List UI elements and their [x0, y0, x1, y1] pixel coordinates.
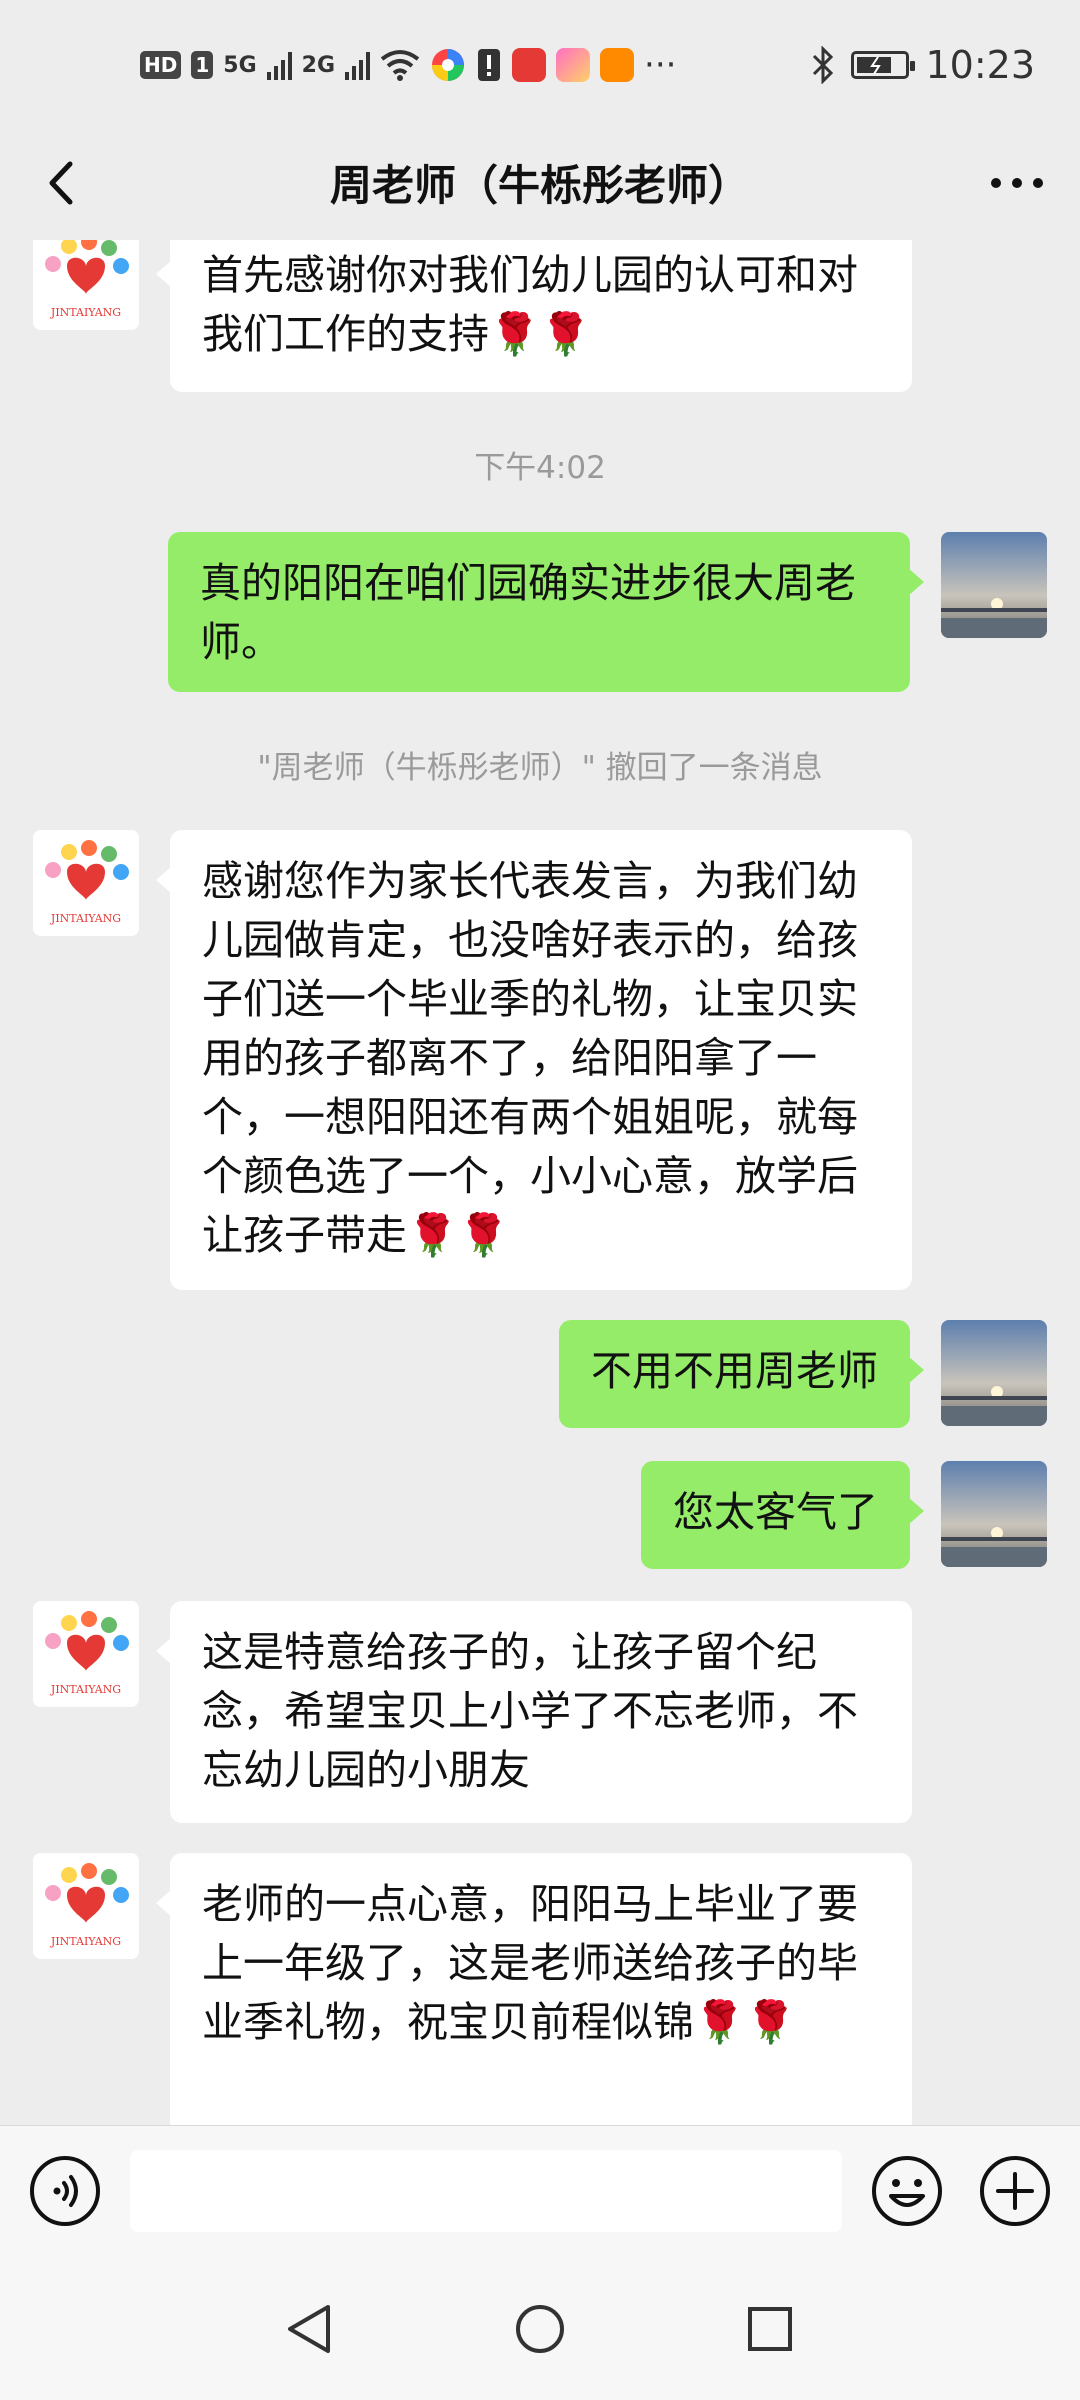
logo-text: JINTAIYANG — [50, 306, 121, 319]
bluetooth-icon — [813, 46, 834, 84]
kindergarten-logo-icon: JINTAIYANG — [33, 1601, 139, 1707]
teacher-avatar[interactable]: JINTAIYANG — [33, 240, 139, 330]
teacher-avatar[interactable]: JINTAIYANG — [33, 1853, 139, 1959]
outgoing-message[interactable]: 不用不用周老师 — [559, 1320, 924, 1428]
nav-recent-icon[interactable] — [738, 2297, 802, 2361]
network-5g-label: 5G — [223, 52, 257, 78]
hd-badge: HD — [140, 51, 182, 79]
battery-icon — [851, 51, 916, 79]
status-right: 10:23 — [811, 38, 1035, 92]
clock: 10:23 — [925, 43, 1035, 87]
sim-badge: 1 — [191, 51, 214, 79]
teacher-avatar[interactable]: JINTAIYANG — [33, 830, 139, 936]
incoming-message[interactable]: 这是特意给孩子的，让孩子留个纪念，希望宝贝上小学了不忘老师，不忘幼儿园的小朋友 — [156, 1601, 912, 1823]
sunset-photo-icon — [941, 1320, 1047, 1426]
outgoing-message[interactable]: 您太客气了 — [641, 1461, 924, 1569]
logo-text: JINTAIYANG — [50, 912, 121, 925]
chat-title: 周老师（牛栎彤老师） — [329, 161, 750, 210]
wifi-icon — [380, 50, 420, 81]
logo-text: JINTAIYANG — [50, 1683, 121, 1696]
signal-5g-icon — [266, 50, 292, 80]
network-2g-label: 2G — [301, 52, 336, 78]
incoming-message[interactable]: 首先感谢你对我们幼儿园的认可和对我们工作的支持🌹🌹 — [156, 240, 912, 392]
kindergarten-logo-icon: JINTAIYANG — [33, 830, 139, 936]
alert-app-icon — [478, 49, 501, 81]
chat-header: 周老师（牛栎彤老师） — [0, 130, 1080, 240]
orange-play-app-icon — [600, 48, 635, 82]
nav-back-icon[interactable] — [278, 2297, 342, 2361]
status-bar: HD 1 5G 2G ··· 10:23 — [0, 0, 1080, 130]
recall-notice: "周老师（牛栎彤老师）" 撤回了一条消息 — [257, 750, 823, 786]
kindergarten-logo-icon: JINTAIYANG — [33, 240, 139, 330]
incoming-message[interactable]: 感谢您作为家长代表发言，为我们幼儿园做肯定，也没啥好表示的，给孩子们送一个毕业季… — [156, 830, 912, 1290]
sunset-photo-icon — [941, 532, 1047, 638]
chat-input-bar — [0, 2125, 1080, 2256]
outgoing-message[interactable]: 真的阳阳在咱们园确实进步很大周老师。 — [168, 532, 924, 692]
sunset-photo-icon — [941, 1461, 1047, 1567]
kindergarten-logo-icon: JINTAIYANG — [33, 1853, 139, 1959]
teacher-avatar[interactable]: JINTAIYANG — [33, 1601, 139, 1707]
my-avatar[interactable] — [941, 532, 1047, 638]
message-timestamp: 下午4:02 — [474, 450, 606, 486]
chat-messages[interactable]: JINTAIYANG 首先感谢你对我们幼儿园的认可和对我们工作的支持🌹🌹 下午4… — [0, 240, 1080, 2125]
logo-text: JINTAIYANG — [50, 1935, 121, 1948]
my-avatar[interactable] — [941, 1320, 1047, 1426]
more-notifications: ··· — [644, 45, 677, 85]
nav-home-icon[interactable] — [508, 2297, 572, 2361]
emoji-icon[interactable] — [870, 2154, 944, 2228]
voice-icon[interactable] — [28, 2154, 102, 2228]
status-left: HD 1 5G 2G ··· — [140, 38, 676, 92]
incoming-message[interactable]: 老师的一点心意，阳阳马上毕业了要上一年级了，这是老师送给孩子的毕业季礼物，祝宝贝… — [156, 1853, 912, 2125]
system-navigation-bar — [0, 2255, 1080, 2400]
plus-icon[interactable] — [978, 2154, 1052, 2228]
more-icon[interactable] — [982, 148, 1052, 218]
my-avatar[interactable] — [941, 1461, 1047, 1567]
signal-2g-icon — [345, 50, 371, 80]
pink-app-icon — [556, 48, 591, 82]
red-app-icon — [512, 48, 547, 82]
colorful-app-icon — [432, 49, 465, 81]
message-input[interactable] — [130, 2150, 842, 2232]
